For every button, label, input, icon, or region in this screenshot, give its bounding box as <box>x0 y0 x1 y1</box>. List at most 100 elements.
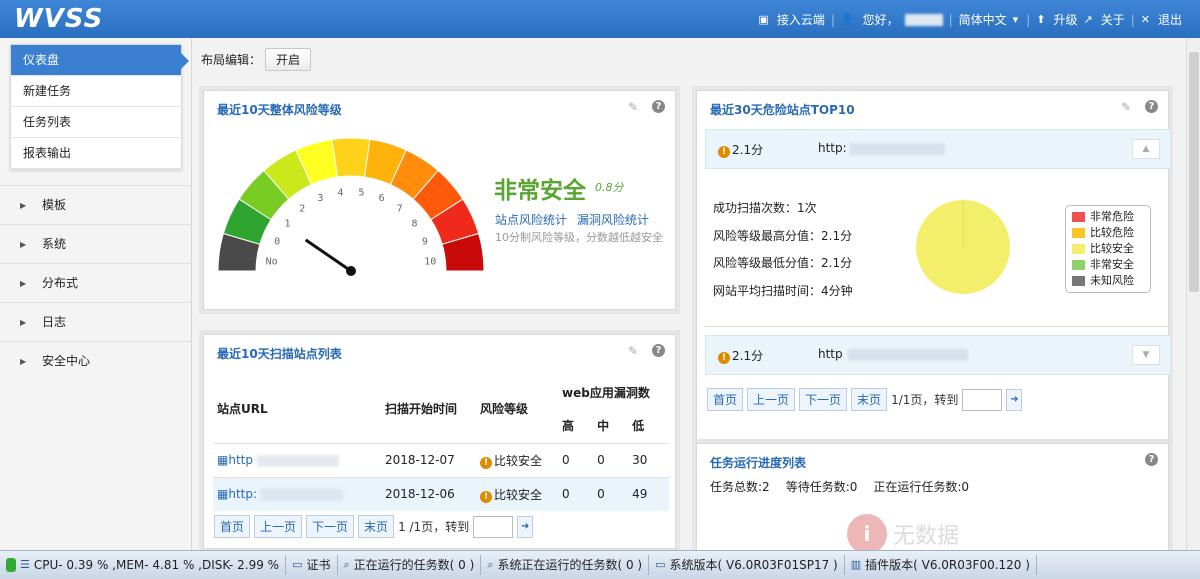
panel-tools: ✎ ? <box>628 344 665 358</box>
help-icon[interactable]: ? <box>652 344 665 357</box>
help-icon[interactable]: ? <box>1145 100 1158 113</box>
col-risk: 风险等级 <box>480 402 529 417</box>
scan-site-table: 站点URL 扫描开始时间 风险等级 web应用漏洞数 高 中 低 ▦http 2… <box>213 375 669 511</box>
site-url[interactable]: http <box>818 347 843 361</box>
top-nav: ▣ 接入云端 | 👤 您好， | 简体中文 ▾ | ⬆ 升级 ↗ 关于 | ✕ … <box>758 11 1182 28</box>
panel-tools: ? <box>1145 453 1158 466</box>
go-arrow-icon[interactable]: ➜ <box>1006 388 1023 411</box>
page-scrollbar[interactable] <box>1186 38 1200 550</box>
site-score: 2.1分 <box>732 349 764 363</box>
search-icon: ⌕ <box>487 558 494 571</box>
sidebar-item-task-list[interactable]: 任务列表 <box>11 107 181 138</box>
gauge-segment <box>331 137 371 178</box>
upgrade-link[interactable]: 升级 <box>1053 11 1077 28</box>
edit-icon[interactable]: ✎ <box>628 344 638 358</box>
page-input[interactable] <box>473 515 514 538</box>
last-page-button[interactable]: 末页 <box>358 515 395 538</box>
vuln-risk-link[interactable]: 漏洞风险统计 <box>577 211 649 228</box>
logout-link[interactable]: 退出 <box>1158 11 1182 28</box>
sidebar-item-log[interactable]: ▶ 日志 <box>0 302 192 341</box>
language-select[interactable]: 简体中文 <box>959 11 1007 28</box>
certificate-icon: ▭ <box>292 558 303 571</box>
chevron-down-icon[interactable]: ▼ <box>1132 345 1160 365</box>
chevron-up-icon[interactable]: ▲ <box>1132 139 1160 159</box>
next-page-button[interactable]: 下一页 <box>799 388 848 411</box>
url-redacted <box>849 142 945 155</box>
go-arrow-icon[interactable]: ➜ <box>517 515 534 538</box>
gauge-tick-label: 2 <box>299 204 305 215</box>
page-info: 1 /1页，转到 <box>398 520 470 534</box>
divider: | <box>1130 12 1135 27</box>
top-site-item[interactable]: ! 2.1分 http ▼ <box>705 335 1171 375</box>
gauge-tick-label: 9 <box>422 236 428 247</box>
divider: | <box>1026 12 1031 27</box>
sidebar-item-system[interactable]: ▶ 系统 <box>0 224 192 263</box>
legend-label: 比较危险 <box>1090 226 1134 239</box>
prev-page-button[interactable]: 上一页 <box>747 388 796 411</box>
greeting: 您好， <box>862 13 899 27</box>
sidebar-item-report[interactable]: 报表输出 <box>11 138 181 169</box>
sidebar-item-security-center[interactable]: ▶ 安全中心 <box>0 341 192 380</box>
risk-level-text: 非常安全 <box>494 178 586 204</box>
status-ok-icon <box>6 558 16 572</box>
status-cert[interactable]: ▭ 证书 <box>286 555 338 575</box>
help-icon[interactable]: ? <box>1145 453 1158 466</box>
about-link[interactable]: 关于 <box>1101 11 1125 28</box>
first-page-button[interactable]: 首页 <box>214 515 251 538</box>
table-icon: ▦ <box>217 487 229 502</box>
layout-edit-label: 布局编辑： <box>201 53 262 67</box>
search-icon: ⌕ <box>343 558 350 571</box>
status-bar: ☰ CPU- 0.39 % ,MEM- 4.81 % ,DISK- 2.99 %… <box>0 550 1200 579</box>
vuln-high: 0 <box>558 476 594 511</box>
scrollbar-thumb[interactable] <box>1189 52 1199 292</box>
sidebar: 仪表盘 新建任务 任务列表 报表输出 ▶ 模板 ▶ 系统 ▶ 分布式 ▶ 日志 ▶ 安全中… <box>0 38 192 550</box>
table-row[interactable]: ▦http: 2018-12-06 ! 比较安全 0 0 49 <box>213 476 669 511</box>
first-page-button[interactable]: 首页 <box>707 388 744 411</box>
prev-page-button[interactable]: 上一页 <box>254 515 303 538</box>
divider: | <box>830 12 835 27</box>
top10-panel: 最近30天危险站点TOP10 ✎ ? ! 2.1分 http: ▲ 成功扫描次数：… <box>696 90 1171 450</box>
site-score: 2.1分 <box>732 143 764 157</box>
edit-icon[interactable]: ✎ <box>628 100 638 114</box>
legend-item: 非常危险 <box>1072 209 1144 225</box>
cloud-link[interactable]: 接入云端 <box>777 11 825 28</box>
running-tasks: 正在运行的任务数( 0 ) <box>353 558 475 572</box>
legend-swatch <box>1072 260 1085 270</box>
help-icon[interactable]: ? <box>652 100 665 113</box>
sidebar-item-template[interactable]: ▶ 模板 <box>0 185 192 224</box>
layout-edit-button[interactable]: 开启 <box>265 48 312 71</box>
risk-level: 比较安全 <box>494 487 543 502</box>
sidebar-item-distributed[interactable]: ▶ 分布式 <box>0 263 192 302</box>
top-site-item[interactable]: ! 2.1分 http: ▲ <box>705 129 1171 169</box>
legend-label: 非常危险 <box>1090 210 1134 223</box>
site-url[interactable]: http: <box>818 141 847 155</box>
scan-time: 2018-12-06 <box>381 476 476 511</box>
gauge-tick-label: 5 <box>358 188 364 199</box>
gauge-tick-label: 10 <box>424 257 436 268</box>
close-icon: ✕ <box>1140 13 1150 26</box>
cpu-icon: ☰ <box>20 558 30 571</box>
gauge-tick-label: 0 <box>274 236 280 247</box>
col-time: 扫描开始时间 <box>385 402 458 417</box>
status-sys-running: ⌕ 系统正在运行的任务数( 0 ) <box>481 555 650 575</box>
table-row[interactable]: ▦http 2018-12-07 ! 比较安全 0 0 30 <box>213 442 669 477</box>
task-summary: 任务总数:2 等待任务数:0 正在运行任务数:0 <box>710 478 969 495</box>
site-url[interactable]: http <box>228 453 253 467</box>
edit-icon[interactable]: ✎ <box>1121 100 1131 114</box>
col-low: 低 <box>632 419 645 434</box>
risk-score: 0.8分 <box>595 181 624 194</box>
sidebar-item-new-task[interactable]: 新建任务 <box>11 76 181 107</box>
chevron-right-icon: ▶ <box>20 240 27 249</box>
url-redacted <box>261 488 344 501</box>
site-url[interactable]: http: <box>228 487 257 501</box>
page-input[interactable] <box>962 388 1003 411</box>
gauge-tick-label: 7 <box>397 204 403 215</box>
last-page-button[interactable]: 末页 <box>851 388 888 411</box>
page-info: 1/1页，转到 <box>891 393 959 407</box>
sidebar-item-dashboard[interactable]: 仪表盘 <box>11 45 189 76</box>
cert-label: 证书 <box>306 558 331 572</box>
top-bar: WVSS ▣ 接入云端 | 👤 您好， | 简体中文 ▾ | ⬆ 升级 ↗ 关于… <box>0 0 1200 38</box>
site-risk-link[interactable]: 站点风险统计 <box>495 211 567 228</box>
next-page-button[interactable]: 下一页 <box>306 515 355 538</box>
vuln-mid: 0 <box>593 476 629 511</box>
